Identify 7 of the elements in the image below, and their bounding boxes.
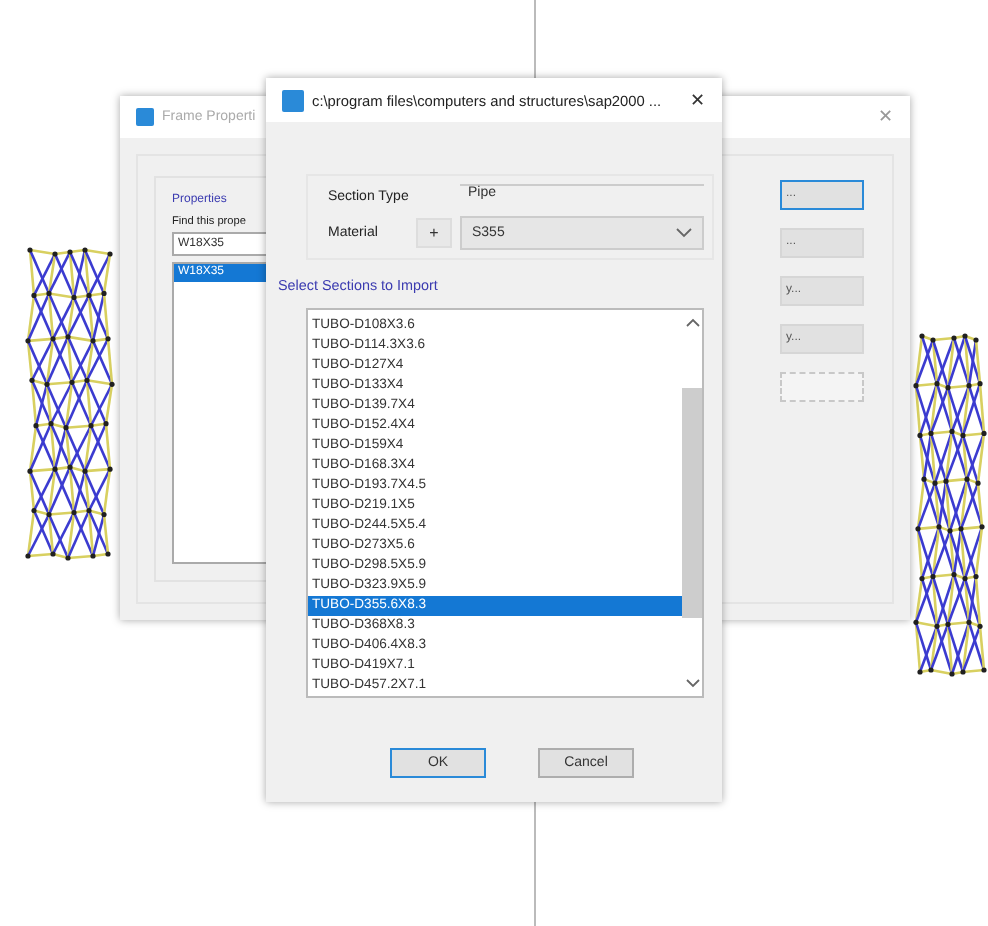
- scroll-up-icon[interactable]: [685, 318, 699, 328]
- add-button[interactable]: +: [416, 218, 452, 248]
- app-icon: [136, 107, 154, 126]
- scroll-down-icon[interactable]: [685, 678, 699, 688]
- chevron-down-icon: [676, 228, 692, 238]
- app-icon: [282, 89, 304, 111]
- close-icon[interactable]: ✕: [690, 90, 706, 110]
